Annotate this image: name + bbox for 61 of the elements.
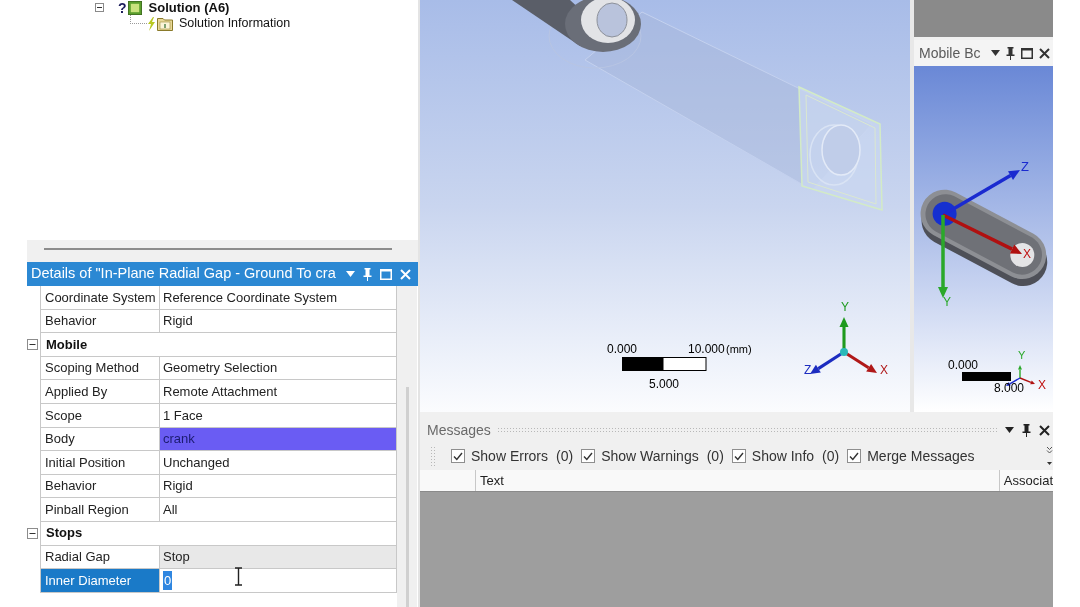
check-icon bbox=[849, 451, 860, 461]
filter-label[interactable]: Show Errors bbox=[471, 445, 549, 467]
y-axis-arrow bbox=[1018, 365, 1022, 379]
collapse-icon[interactable] bbox=[27, 528, 38, 540]
axis-label: Y bbox=[943, 296, 951, 308]
panel-title: Details of "In-Plane Radial Gap - Ground To cra bbox=[31, 264, 336, 284]
check-icon bbox=[453, 451, 463, 461]
axis-label: X bbox=[1023, 248, 1031, 260]
panel-title: Mobile Bc bbox=[919, 43, 981, 63]
axis-label: X bbox=[1038, 379, 1046, 391]
panel-title: Messages bbox=[427, 420, 491, 440]
scale-label: 10.000 bbox=[688, 343, 725, 355]
checkbox[interactable] bbox=[451, 449, 465, 463]
group-header[interactable]: Mobile bbox=[40, 333, 397, 357]
count-label: (0) bbox=[706, 446, 724, 466]
bolt-icon bbox=[147, 16, 156, 31]
overflow-chevron-icon[interactable] bbox=[1046, 446, 1053, 466]
caret-icon[interactable] bbox=[991, 50, 1000, 56]
scale-label: 5.000 bbox=[649, 378, 680, 390]
filter-label[interactable]: Merge Messages bbox=[867, 445, 975, 467]
caret-icon[interactable] bbox=[1005, 427, 1014, 433]
unit-label: (mm) bbox=[726, 344, 752, 355]
check-icon bbox=[733, 451, 744, 461]
maximize-icon[interactable] bbox=[1021, 47, 1033, 59]
axis-label: Z bbox=[1021, 160, 1029, 173]
count-label: (0) bbox=[822, 446, 840, 466]
scale-bar bbox=[962, 372, 1011, 381]
scale-label: 0.000 bbox=[607, 343, 638, 355]
column-header[interactable]: Associat bbox=[999, 470, 1053, 491]
column-header[interactable]: Text bbox=[476, 470, 1000, 491]
scale-label: 0.000 bbox=[948, 359, 979, 371]
close-icon[interactable] bbox=[1039, 424, 1050, 436]
folder-icon bbox=[157, 16, 173, 31]
collapse-icon[interactable] bbox=[27, 339, 38, 351]
filter-label[interactable]: Show Warnings bbox=[601, 445, 699, 467]
scrollbar-thumb[interactable] bbox=[406, 387, 409, 607]
x-axis-arrow bbox=[1019, 377, 1035, 385]
expander-icon[interactable] bbox=[95, 3, 104, 12]
preview-viewport[interactable]: Z X Y Y 0.000 8.000 X bbox=[914, 66, 1053, 412]
pin-icon[interactable] bbox=[1006, 46, 1015, 60]
axis-label: Y bbox=[1018, 350, 1026, 361]
close-icon[interactable] bbox=[1039, 47, 1050, 59]
check-icon bbox=[583, 451, 594, 461]
property-value[interactable]: Stop bbox=[160, 545, 396, 569]
status-mark: ? bbox=[118, 0, 127, 15]
checkbox[interactable] bbox=[731, 449, 746, 463]
checkbox[interactable] bbox=[581, 449, 596, 463]
axis-label: Y bbox=[841, 301, 849, 313]
tile-icon bbox=[127, 0, 142, 15]
scale-label: 8.000 bbox=[994, 382, 1025, 394]
filter-label[interactable]: Show Info bbox=[751, 445, 815, 467]
origin-marker-icon bbox=[840, 348, 848, 356]
count-label: (0) bbox=[556, 446, 574, 466]
tree-item[interactable]: Solution (A6) bbox=[148, 0, 230, 15]
model-viewport[interactable]: Y 0.000 10.000(mm) Z X 5.000 bbox=[420, 0, 910, 412]
pin-icon[interactable] bbox=[1022, 423, 1031, 437]
checkbox[interactable] bbox=[847, 449, 862, 463]
tree-item[interactable]: Solution Information bbox=[179, 14, 291, 33]
axis-label: X bbox=[880, 364, 888, 376]
axis-label: Z bbox=[804, 364, 812, 376]
group-header[interactable]: Stops bbox=[40, 521, 397, 546]
